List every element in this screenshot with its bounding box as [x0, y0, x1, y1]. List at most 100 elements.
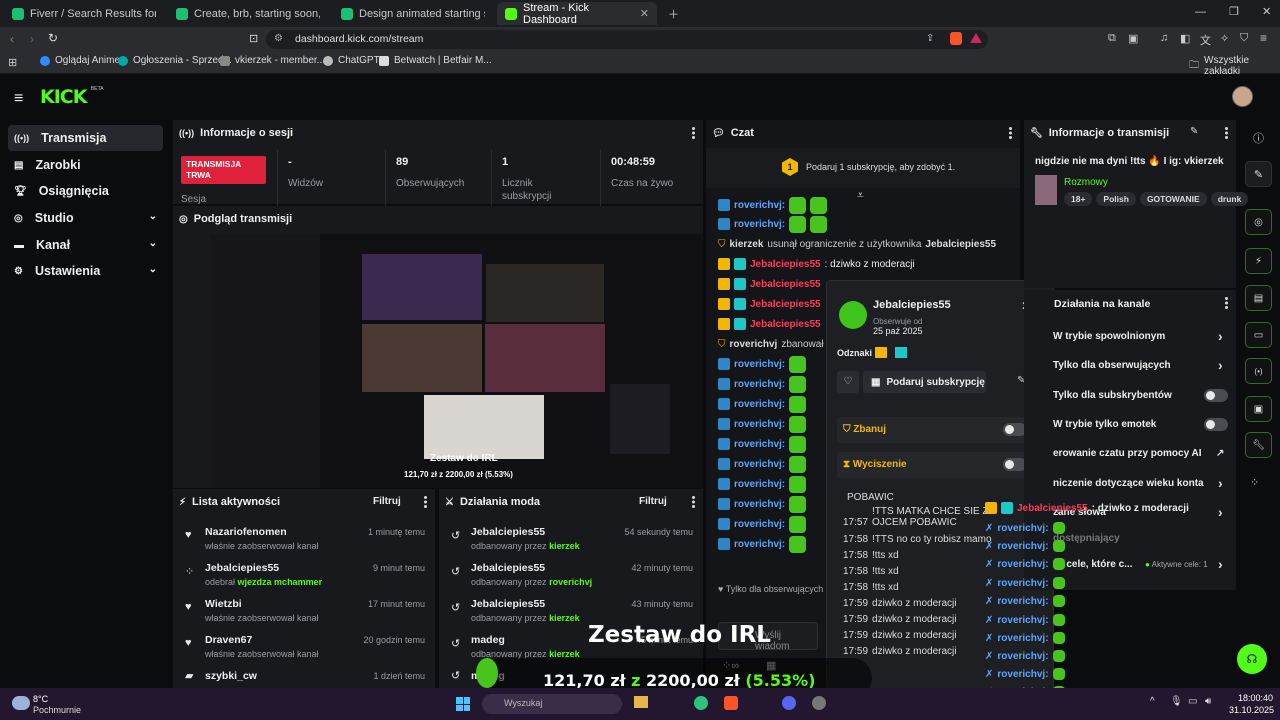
info-icon[interactable]: ⓘ: [1253, 130, 1264, 146]
chat-username[interactable]: Jebalciepies55: [750, 279, 821, 290]
nav-ustawienia[interactable]: ⚙ Ustawienia ⌄: [8, 258, 163, 284]
file-explorer-icon[interactable]: [634, 696, 648, 708]
more-options-icon[interactable]: [1225, 127, 1228, 139]
more-options-icon[interactable]: [692, 496, 695, 508]
activity-button[interactable]: ⚡︎: [1245, 248, 1272, 274]
channel-action-row[interactable]: W trybie spowolnionym ›: [1053, 328, 1233, 344]
chat-message[interactable]: roverichvj:: [718, 196, 828, 214]
chat-message[interactable]: Jebalciepies55: [718, 275, 821, 293]
clock-date[interactable]: 31.10.2025: [1229, 705, 1274, 715]
channel-action-row[interactable]: Tylko dla subskrybentów: [1053, 389, 1233, 402]
layout-button[interactable]: ▣: [1245, 396, 1272, 422]
chat-username[interactable]: roverichvj:: [734, 499, 785, 510]
menu-icon[interactable]: ≡: [1260, 31, 1267, 45]
reload-icon[interactable]: ↻: [48, 31, 58, 45]
chat-username[interactable]: Jebalciepies55: [750, 299, 821, 310]
nav-transmisja[interactable]: ((•)) Transmisja: [8, 125, 163, 151]
nav-studio[interactable]: ◎ Studio ⌄: [8, 205, 163, 231]
translate-icon[interactable]: 文: [1200, 32, 1211, 48]
chat-username[interactable]: roverichvj:: [734, 419, 785, 430]
mute-row[interactable]: ⧗ Wyciszenie: [837, 452, 1043, 478]
follow-heart-button[interactable]: ♡: [837, 371, 859, 393]
toggle-switch[interactable]: [1204, 418, 1228, 431]
chat-system-message[interactable]: ⛉ kierzek usunął ograniczenie z użytkownik…: [718, 235, 996, 253]
chat-message[interactable]: roverichvj:: [718, 375, 807, 393]
filter-button[interactable]: Filtruj: [639, 496, 667, 507]
clock-time[interactable]: 18:00:40: [1238, 693, 1273, 703]
tray-chevron-icon[interactable]: ^: [1150, 696, 1155, 707]
close-tab-icon[interactable]: ✕: [640, 7, 649, 20]
browser-tab-active[interactable]: Stream - Kick Dashboard ✕: [497, 2, 657, 26]
toggle-switch[interactable]: [1204, 389, 1228, 402]
notes-button[interactable]: ▤: [1245, 285, 1272, 311]
chat-username[interactable]: roverichvj:: [734, 219, 785, 230]
category-link[interactable]: Rozmowy: [1064, 177, 1108, 188]
url-field[interactable]: ⚙ dashboard.kick.com/stream ⇪: [266, 30, 988, 49]
bookmark-item[interactable]: ChatGPT: [323, 55, 380, 66]
chat-message[interactable]: roverichvj:: [718, 495, 807, 513]
chat-message[interactable]: roverichvj:: [718, 415, 807, 433]
vpn-icon[interactable]: ⛉: [1240, 32, 1248, 45]
list-item[interactable]: ♥ Draven67 właśnie zaobserwował kanał 20…: [173, 629, 435, 665]
list-item[interactable]: ♥ Wietzbi właśnie zaobserwował kanał 17 …: [173, 593, 435, 629]
chat-message[interactable]: Jebalciepies55: [718, 295, 821, 313]
bookmark-item[interactable]: Oglądaj Anime: [40, 55, 120, 66]
gift-sub-banner[interactable]: 1 Podaruj 1 subskrypcję, aby zdobyć 1.: [706, 148, 1020, 188]
more-options-icon[interactable]: [1225, 297, 1228, 309]
chat-message[interactable]: roverichvj:: [718, 475, 807, 493]
chat-message[interactable]: roverichvj:: [718, 395, 807, 413]
leo-ai-icon[interactable]: ✧: [1220, 32, 1229, 45]
network-icon[interactable]: ▭: [1188, 696, 1197, 707]
wallet-icon[interactable]: ▣: [1128, 32, 1138, 45]
channel-action-row[interactable]: dostępniający: [1053, 533, 1233, 544]
chat-button[interactable]: ▭: [1245, 322, 1272, 348]
channel-action-row[interactable]: erowanie czatu przy pomocy AI ↗: [1053, 448, 1233, 459]
chat-username[interactable]: roverichvj:: [734, 519, 785, 530]
bookmark-item[interactable]: Betwatch | Betfair M...: [379, 55, 492, 66]
ban-row[interactable]: ⛉ Zbanuj: [837, 417, 1043, 443]
chat-message[interactable]: roverichvj:: [718, 355, 807, 373]
chat-message[interactable]: Jebalciepies55: [718, 315, 821, 333]
list-item[interactable]: ▰ szybki_cw 1 dzień temu: [173, 665, 435, 685]
gift-sub-button[interactable]: ▦ Podaruj subskrypcję: [863, 371, 986, 393]
more-options-icon[interactable]: [424, 496, 427, 508]
weather-cloud-icon[interactable]: [12, 696, 30, 710]
chat-username[interactable]: roverichvj:: [734, 539, 785, 550]
chat-username[interactable]: roverichvj:: [734, 379, 785, 390]
hamburger-menu-icon[interactable]: ≡: [14, 90, 23, 108]
chat-message[interactable]: roverichvj:: [718, 435, 807, 453]
new-tab-button[interactable]: ＋: [660, 2, 687, 25]
chat-username[interactable]: kierzek: [730, 239, 764, 250]
list-item[interactable]: ♥ Nazariofenomen właśnie zaobserwował ka…: [173, 521, 435, 557]
chat-message[interactable]: Jebalciepies55: dziwko z moderacji: [718, 255, 915, 273]
more-options-icon[interactable]: [1009, 127, 1012, 139]
chat-username[interactable]: roverichvj:: [734, 359, 785, 370]
apps-grid-icon[interactable]: ⊞: [8, 56, 17, 69]
chat-username[interactable]: roverichvj:: [734, 479, 785, 490]
chat-message[interactable]: roverichvj:: [718, 515, 807, 533]
microphone-icon[interactable]: 🎙︎: [1170, 696, 1183, 707]
chat-username[interactable]: roverichvj: [730, 339, 778, 350]
chat-username[interactable]: roverichvj:: [734, 439, 785, 450]
sidebar-toggle-icon[interactable]: ◧: [1180, 32, 1190, 45]
support-button[interactable]: ☊: [1237, 644, 1267, 674]
bookmark-item[interactable]: Ogłoszenia - Sprzed...: [118, 55, 232, 66]
discord-icon[interactable]: [782, 696, 796, 710]
extensions-icon[interactable]: ⧉: [1108, 32, 1116, 45]
chat-message[interactable]: roverichvj:: [718, 215, 828, 233]
spotify-icon[interactable]: [694, 696, 708, 710]
pinned-collapse-icon[interactable]: ⩡: [857, 188, 864, 203]
maximize-icon[interactable]: ❐: [1229, 5, 1239, 18]
chat-message[interactable]: roverichvj:: [718, 535, 807, 553]
browser-tab[interactable]: Fiverr / Search Results for 'start soon': [4, 2, 164, 25]
bookmark-icon[interactable]: ⊡: [249, 32, 258, 45]
browser-tab[interactable]: Create, brb, starting soon, offline scr: [168, 2, 328, 25]
minimize-icon[interactable]: —: [1195, 6, 1206, 18]
volume-icon[interactable]: 🔊︎: [1205, 696, 1211, 707]
kick-logo[interactable]: KICK BETA: [40, 86, 104, 108]
nav-zarobki[interactable]: ▤ Zarobki: [8, 152, 163, 178]
broadcast-button[interactable]: (•): [1245, 358, 1272, 384]
brave-shield-icon[interactable]: [950, 32, 962, 45]
user-avatar[interactable]: [1232, 86, 1253, 107]
chat-message[interactable]: roverichvj:: [718, 455, 807, 473]
